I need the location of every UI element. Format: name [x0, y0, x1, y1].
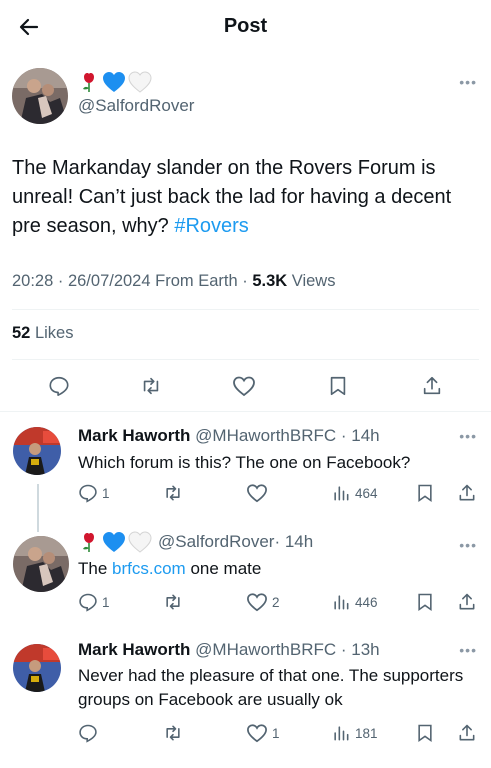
reply-author-handle[interactable]: @MHaworthBRFC [195, 426, 336, 445]
divider [12, 359, 479, 360]
reply-link[interactable]: brfcs.com [112, 559, 186, 578]
rose-icon [78, 71, 100, 93]
reply-button[interactable] [78, 722, 98, 744]
reply-actions: 1 464 [0, 482, 491, 504]
views-count: 5.3K [252, 272, 288, 290]
reply-header: Mark Haworth @MHaworthBRFC · 13h [78, 640, 380, 660]
like-count: 1 [272, 725, 280, 741]
reply-button[interactable]: 1 [78, 591, 110, 613]
views-button[interactable]: 181 [331, 722, 378, 744]
reply-header: @SalfordRover · 14h [78, 531, 313, 553]
post-meta: 20:28 · 26/07/2024 From Earth · 5.3K Vie… [12, 272, 335, 291]
rose-icon [78, 531, 100, 553]
reply-text-part: The [78, 559, 113, 578]
reply-time: · 13h [336, 640, 380, 659]
reply-count: 1 [102, 485, 110, 501]
reply-author-handle[interactable]: @MHaworthBRFC [195, 640, 336, 659]
more-options-icon[interactable]: ••• [459, 642, 477, 658]
avatar[interactable] [13, 536, 69, 592]
hashtag-link[interactable]: #Rovers [174, 215, 248, 237]
reply-count: 1 [102, 594, 110, 610]
reply-header: Mark Haworth @MHaworthBRFC · 14h [78, 426, 380, 446]
bookmark-icon[interactable] [416, 591, 434, 613]
like-button[interactable]: 1 [246, 722, 280, 744]
share-icon[interactable] [457, 722, 477, 744]
reply-text: Which forum is this? The one on Facebook… [78, 453, 411, 472]
display-name-emoji [78, 70, 194, 94]
share-icon[interactable] [418, 372, 446, 400]
views-label: Views [287, 272, 336, 290]
reply-button[interactable]: 1 [78, 482, 110, 504]
views-count: 464 [355, 485, 378, 501]
more-options-icon[interactable]: ••• [459, 428, 477, 444]
views-count: 446 [355, 594, 378, 610]
reply-author-handle[interactable]: @SalfordRover [158, 532, 274, 552]
avatar[interactable] [13, 644, 61, 692]
likes-summary[interactable]: 52 Likes [12, 324, 73, 343]
like-button[interactable]: 2 [246, 591, 280, 613]
post-text: The Markanday slander on the Rovers Foru… [12, 154, 482, 241]
views-button[interactable]: 464 [331, 482, 378, 504]
retweet-icon[interactable] [137, 372, 165, 400]
like-icon[interactable] [230, 372, 258, 400]
white-heart-icon [128, 531, 152, 553]
bookmark-icon[interactable] [416, 722, 434, 744]
reply-icon[interactable] [45, 372, 73, 400]
reply-actions: 1 181 [0, 722, 491, 744]
reply-text: Never had the pleasure of that one. The … [78, 666, 464, 709]
post-author: @SalfordRover [78, 70, 194, 116]
reply-time: · 14h [274, 532, 314, 551]
bookmark-icon[interactable] [324, 372, 352, 400]
reply-actions: 1 2 446 [0, 591, 491, 613]
post-timestamp: 20:28 · 26/07/2024 From Earth · [12, 272, 253, 290]
reply-time: · 14h [336, 426, 380, 445]
retweet-icon[interactable] [162, 591, 184, 613]
like-count: 2 [272, 594, 280, 610]
more-options-icon[interactable]: ••• [459, 537, 477, 553]
retweet-icon[interactable] [162, 482, 184, 504]
bookmark-icon[interactable] [416, 482, 434, 504]
reply-text-part: one mate [185, 559, 262, 578]
blue-heart-icon [102, 531, 126, 553]
blue-heart-icon [102, 71, 126, 93]
author-handle[interactable]: @SalfordRover [78, 96, 194, 116]
reply-author-name[interactable]: Mark Haworth [78, 426, 190, 445]
white-heart-icon [128, 71, 152, 93]
reply-author-name[interactable]: Mark Haworth [78, 640, 190, 659]
avatar[interactable] [12, 68, 68, 124]
avatar[interactable] [13, 427, 61, 475]
retweet-icon[interactable] [162, 722, 184, 744]
page-title: Post [223, 15, 268, 37]
likes-count: 52 [12, 324, 31, 342]
post-actions [0, 372, 491, 400]
share-icon[interactable] [457, 482, 477, 504]
views-count: 181 [355, 725, 378, 741]
like-icon[interactable] [246, 482, 268, 504]
likes-label: Likes [30, 324, 74, 342]
divider [0, 411, 491, 412]
share-icon[interactable] [457, 591, 477, 613]
divider [12, 309, 479, 310]
views-button[interactable]: 446 [331, 591, 378, 613]
reply-text: The brfcs.com one mate [78, 557, 478, 581]
more-options-icon[interactable]: ••• [459, 74, 477, 90]
top-bar: Post [0, 0, 491, 54]
